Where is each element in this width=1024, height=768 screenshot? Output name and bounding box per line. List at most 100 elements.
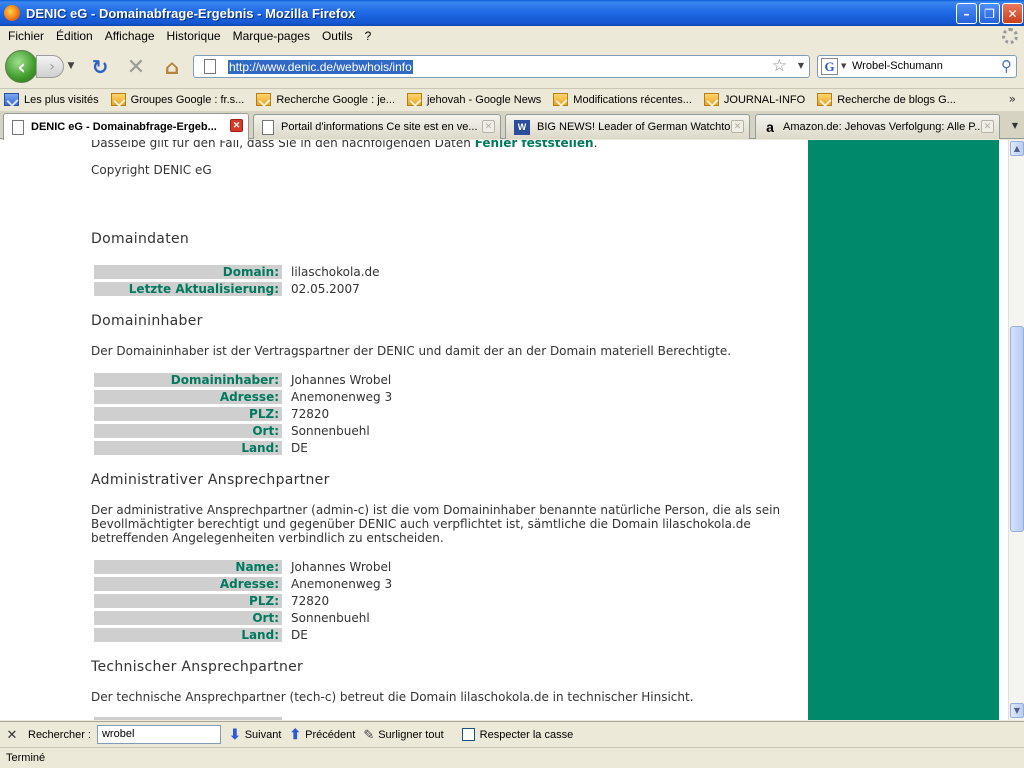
activity-throbber-icon (1002, 28, 1018, 44)
bookmark-item[interactable]: Recherche Google : je... (252, 90, 403, 110)
table-row: Land: DE (94, 626, 392, 643)
table-row: Adresse: Anemonenweg 3 (94, 388, 392, 405)
bookmark-item[interactable]: Groupes Google : fr.s... (107, 90, 253, 110)
scroll-up-icon[interactable]: ▲ (1010, 141, 1024, 156)
rss-feed-icon (817, 93, 833, 106)
domaindaten-table: Domain: lilaschokola.de Letzte Aktualisie… (94, 263, 380, 297)
bookmark-item[interactable]: Modifications récentes... (549, 90, 700, 110)
bookmark-item[interactable]: JOURNAL-INFO (700, 90, 813, 110)
find-previous-button[interactable]: ⬆ Précédent (289, 726, 355, 743)
highlighter-icon: ✎ (363, 726, 375, 742)
amazon-favicon-icon: a (766, 119, 774, 135)
close-window-button[interactable]: ✕ (1002, 3, 1023, 24)
admin-contact-description: Der administrative Ansprechpartner (admi… (91, 503, 781, 545)
smart-bookmark-icon (4, 93, 19, 106)
bookmark-item[interactable]: Recherche de blogs G... (813, 90, 964, 110)
minimize-button[interactable]: – (956, 3, 977, 24)
tab-close-icon[interactable]: ✕ (981, 120, 994, 133)
home-icon[interactable]: ⌂ (160, 55, 184, 79)
table-row: Letzte Aktualisierung: 02.05.2007 (94, 280, 380, 297)
match-case-toggle[interactable]: Respecter la casse (452, 728, 573, 741)
menu-historique[interactable]: Historique (161, 29, 227, 43)
table-row: PLZ: 72820 (94, 592, 392, 609)
find-close-icon[interactable]: ✕ (0, 727, 24, 743)
bookmark-item[interactable]: Les plus visités (0, 90, 107, 110)
firefox-logo-icon (4, 5, 20, 21)
domaininhaber-table: Domaininhaber: Johannes Wrobel Adresse: An… (94, 371, 392, 456)
domaininhaber-description: Der Domaininhaber ist der Vertragspartne… (91, 344, 732, 358)
rss-feed-icon (256, 93, 272, 106)
copyright-text: Copyright DENIC eG (91, 163, 212, 177)
menu-outils[interactable]: Outils (316, 29, 359, 43)
web-content: Dasselbe gilt für den Fall, dass Sie in … (0, 140, 1008, 720)
menu-edition[interactable]: Édition (50, 29, 99, 43)
maximize-button[interactable]: ❐ (979, 3, 1000, 24)
watchtower-favicon-icon: W (514, 119, 530, 135)
report-error-link[interactable]: Fehler feststellen (475, 140, 594, 150)
search-bar[interactable]: G ▼ Wrobel-Schumann ⚲ (817, 55, 1017, 78)
firefox-window: DENIC eG - Domainabfrage-Ergebnis - Mozi… (0, 0, 1024, 768)
engine-dropdown-icon[interactable]: ▼ (841, 62, 846, 70)
tab-big-news[interactable]: W BIG NEWS! Leader of German Watchto... … (505, 114, 750, 139)
page-side-panel (808, 140, 999, 720)
bookmark-item[interactable]: jehovah - Google News (403, 90, 549, 110)
forward-button[interactable]: › (36, 55, 64, 78)
page-favicon-icon (262, 119, 274, 135)
stop-icon[interactable]: ✕ (124, 55, 148, 80)
bookmarks-overflow-icon[interactable]: » (1009, 92, 1016, 106)
table-row: Domaininhaber: Johannes Wrobel (94, 371, 392, 388)
find-bar: ✕ Rechercher : wrobel ⬇ Suivant ⬆ Précéden… (0, 721, 1024, 747)
intro-text: Dasselbe gilt für den Fall, dass Sie in … (91, 140, 597, 150)
tab-close-icon[interactable]: ✕ (731, 120, 744, 133)
find-label: Rechercher : (28, 728, 91, 741)
bookmarks-toolbar: Les plus visités Groupes Google : fr.s..… (0, 88, 1024, 110)
menu-help[interactable]: ? (359, 29, 378, 43)
page-favicon-icon (12, 119, 24, 135)
match-case-checkbox[interactable] (461, 728, 475, 741)
table-row: Name: Johannes Wrobel (94, 558, 392, 575)
table-row: Ort: Sonnenbuehl (94, 422, 392, 439)
title-bar: DENIC eG - Domainabfrage-Ergebnis - Mozi… (0, 0, 1024, 26)
scroll-down-icon[interactable]: ▼ (1010, 703, 1024, 718)
url-text[interactable]: http://www.denic.de/webwhois/info (228, 60, 413, 74)
table-row: Ort: Sonnenbuehl (94, 609, 392, 626)
history-dropdown-icon[interactable]: ▼ (64, 58, 78, 74)
menu-affichage[interactable]: Affichage (99, 29, 161, 43)
rss-feed-icon (406, 93, 422, 106)
tab-close-icon[interactable]: ✕ (230, 119, 243, 132)
highlight-all-button[interactable]: ✎ Surligner tout (363, 727, 443, 743)
heading-domaindaten: Domaindaten (91, 231, 190, 247)
tab-close-icon[interactable]: ✕ (482, 120, 495, 133)
search-input[interactable]: Wrobel-Schumann (852, 60, 943, 72)
page-favicon-icon (204, 59, 216, 74)
table-row: Domain: lilaschokola.de (94, 263, 380, 280)
status-text: Terminé (6, 752, 46, 764)
tab-amazon[interactable]: a Amazon.de: Jehovas Verfolgung: Alle P.… (755, 114, 1000, 139)
back-button[interactable]: ‹ (5, 50, 38, 83)
forward-arrow-icon: › (49, 58, 55, 75)
tab-denic[interactable]: DENIC eG - Domainabfrage-Ergeb... ✕ (3, 113, 249, 140)
rss-feed-icon (110, 93, 126, 106)
tab-portail[interactable]: Portail d'informations Ce site est en ve… (253, 114, 501, 139)
scroll-thumb[interactable] (1010, 326, 1024, 532)
admin-contact-table: Name: Johannes Wrobel Adresse: Anemonenweg… (94, 558, 392, 643)
arrow-down-icon: ⬇ (228, 726, 241, 742)
rss-feed-icon (703, 93, 719, 106)
reload-icon[interactable]: ↻ (88, 55, 112, 79)
menu-fichier[interactable]: Fichier (2, 29, 50, 43)
url-bar[interactable]: http://www.denic.de/webwhois/info ☆ ▼ (193, 55, 810, 78)
tab-strip: DENIC eG - Domainabfrage-Ergeb... ✕ Port… (0, 111, 1024, 140)
arrow-up-icon: ⬆ (289, 726, 302, 742)
url-dropdown-icon[interactable]: ▼ (798, 61, 804, 70)
menu-marque-pages[interactable]: Marque-pages (227, 29, 316, 43)
heading-tech-contact: Technischer Ansprechpartner (91, 659, 304, 675)
find-input[interactable]: wrobel (96, 725, 221, 744)
find-next-button[interactable]: ⬇ Suivant (229, 726, 281, 743)
menu-bar: Fichier Édition Affichage Historique Mar… (0, 26, 1024, 46)
tab-list-dropdown-icon[interactable]: ▼ (1006, 114, 1024, 136)
google-engine-icon[interactable]: G (821, 58, 838, 75)
vertical-scrollbar[interactable]: ▲ ▼ (1008, 140, 1024, 720)
back-arrow-icon: ‹ (17, 54, 26, 79)
bookmark-star-icon[interactable]: ☆ (772, 56, 787, 76)
search-magnifier-icon[interactable]: ⚲ (1001, 57, 1012, 75)
